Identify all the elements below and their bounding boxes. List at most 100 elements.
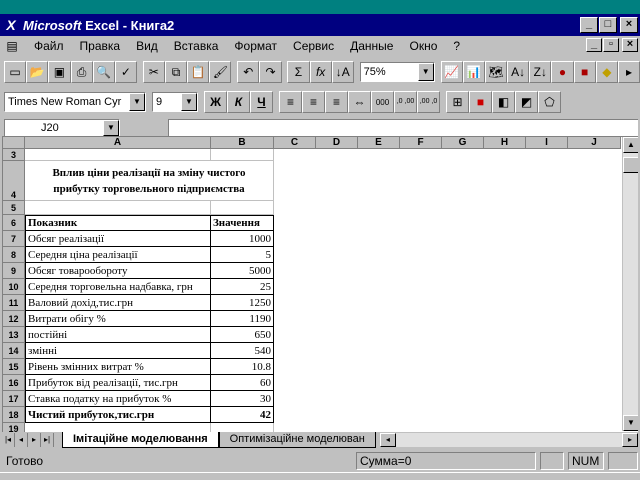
value-cell[interactable]: 30 [211, 391, 274, 407]
scroll-down-icon[interactable]: ▼ [623, 415, 638, 431]
col-header-i[interactable]: I [526, 137, 568, 149]
indicator-cell[interactable]: Прибуток від реалізації, тис.грн [25, 375, 211, 391]
row-header[interactable]: 13 [3, 327, 25, 343]
vertical-scrollbar[interactable]: ▲ ▼ [622, 137, 638, 431]
indicator-cell[interactable]: постійні [25, 327, 211, 343]
document-icon[interactable]: ▤ [4, 39, 20, 53]
row-header[interactable]: 6 [3, 215, 25, 231]
value-cell[interactable]: 5000 [211, 263, 274, 279]
save-icon[interactable]: ▣ [48, 61, 71, 83]
next-sheet-icon[interactable]: ▸ [28, 433, 41, 447]
tab-simulation-modeling[interactable]: Імітаційне моделювання [62, 432, 219, 448]
chart-wizard-icon[interactable]: 📈 [440, 61, 463, 83]
col-header-e[interactable]: E [358, 137, 400, 149]
undo-icon[interactable]: ↶ [237, 61, 260, 83]
fill-color-icon[interactable]: ■ [469, 91, 492, 113]
doc-close-button[interactable]: × [622, 38, 638, 52]
value-cell[interactable]: 1000 [211, 231, 274, 247]
row-header[interactable]: 15 [3, 359, 25, 375]
value-cell[interactable]: 1250 [211, 295, 274, 311]
cell-b3[interactable] [211, 149, 274, 161]
more-tools-icon[interactable]: ▸ [617, 61, 640, 83]
sort-az-icon[interactable]: A↓ [507, 61, 530, 83]
col-header-h[interactable]: H [484, 137, 526, 149]
cut-icon[interactable]: ✂ [142, 61, 165, 83]
cell-a5[interactable] [25, 201, 211, 215]
print-preview-icon[interactable]: 🔍 [92, 61, 115, 83]
chevron-down-icon[interactable]: ▼ [417, 63, 434, 81]
open-icon[interactable]: 📂 [26, 61, 49, 83]
stop-icon[interactable]: ● [551, 61, 574, 83]
scroll-left-icon[interactable]: ◂ [379, 433, 396, 447]
record-icon[interactable]: ■ [573, 61, 596, 83]
cell-b5[interactable] [211, 201, 274, 215]
menu-window[interactable]: Окно [401, 39, 445, 53]
decrease-decimal-button[interactable]: ,00 ,0 [417, 91, 440, 113]
name-box[interactable]: J20 ▼ [4, 119, 120, 137]
col-header-j[interactable]: J [568, 137, 621, 149]
row-header[interactable]: 11 [3, 295, 25, 311]
font-select[interactable]: Times New Roman Cyr ▼ [4, 92, 146, 112]
format-painter-icon[interactable]: 🖌 [209, 61, 232, 83]
excel-app-icon[interactable]: X [3, 17, 19, 33]
sort-za-icon[interactable]: Z↓ [529, 61, 552, 83]
value-cell[interactable]: 540 [211, 343, 274, 359]
menu-data[interactable]: Данные [342, 39, 401, 53]
menu-tools[interactable]: Сервис [285, 39, 342, 53]
vertical-scroll-thumb[interactable] [623, 157, 638, 173]
value-cell[interactable]: 25 [211, 279, 274, 295]
cell-b19[interactable] [211, 423, 274, 432]
underline-button[interactable]: Ч [250, 91, 273, 113]
spelling-icon[interactable]: ✓ [114, 61, 138, 83]
indicator-cell[interactable]: Середня ціна реалізації [25, 247, 211, 263]
font-color-icon[interactable]: ◧ [492, 91, 515, 113]
indicator-cell[interactable]: Рівень змінних витрат % [25, 359, 211, 375]
autosum-icon[interactable]: Σ [287, 61, 310, 83]
warning-icon[interactable]: ◆ [595, 61, 618, 83]
cell-a19[interactable] [25, 423, 211, 432]
row-header[interactable]: 4 [3, 161, 25, 201]
indicator-cell[interactable]: Обсяг реалізації [25, 231, 211, 247]
value-cell[interactable]: 1190 [211, 311, 274, 327]
row-header[interactable]: 14 [3, 343, 25, 359]
maximize-button[interactable]: □ [599, 17, 617, 33]
header-cell-indicator[interactable]: Показник [25, 215, 211, 231]
col-header-g[interactable]: G [442, 137, 484, 149]
indicator-cell[interactable]: Валовий дохід,тис.грн [25, 295, 211, 311]
align-left-icon[interactable]: ≡ [279, 91, 302, 113]
function-wizard-icon[interactable]: fx [309, 61, 332, 83]
col-header-a[interactable]: A [25, 137, 211, 149]
row-header[interactable]: 3 [3, 149, 25, 161]
chevron-down-icon[interactable]: ▼ [181, 93, 197, 111]
paste-icon[interactable]: 📋 [187, 61, 210, 83]
row-header[interactable]: 5 [3, 201, 25, 215]
value-cell[interactable]: 10.8 [211, 359, 274, 375]
redo-icon[interactable]: ↷ [259, 61, 282, 83]
new-icon[interactable]: ▭ [4, 61, 27, 83]
print-icon[interactable]: ⎙ [70, 61, 93, 83]
indicator-cell[interactable]: Чистий прибуток,тис.грн [25, 407, 211, 423]
col-header-b[interactable]: B [211, 137, 274, 149]
menu-view[interactable]: Вид [128, 39, 166, 53]
zoom-select[interactable]: 75% ▼ [359, 62, 435, 82]
doc-minimize-button[interactable]: _ [586, 38, 602, 52]
chevron-down-icon[interactable]: ▼ [103, 120, 119, 136]
menu-insert[interactable]: Вставка [166, 39, 227, 53]
value-cell[interactable]: 42 [211, 407, 274, 423]
value-cell[interactable]: 60 [211, 375, 274, 391]
indicator-cell[interactable]: Середня торговельна надбавка, грн [25, 279, 211, 295]
cell-a3[interactable] [25, 149, 211, 161]
minimize-button[interactable]: _ [580, 17, 598, 33]
row-header[interactable]: 10 [3, 279, 25, 295]
borders-icon[interactable]: ⊞ [446, 91, 469, 113]
row-header[interactable]: 18 [3, 407, 25, 423]
row-header[interactable]: 9 [3, 263, 25, 279]
map-icon[interactable]: 🗺 [484, 61, 508, 83]
row-header[interactable]: 19 [3, 423, 25, 432]
scroll-right-icon[interactable]: ▸ [622, 433, 638, 447]
bold-button[interactable]: Ж [204, 91, 227, 113]
close-button[interactable]: × [620, 17, 638, 33]
align-right-icon[interactable]: ≡ [325, 91, 348, 113]
align-center-icon[interactable]: ≡ [302, 91, 325, 113]
chevron-down-icon[interactable]: ▼ [129, 93, 145, 111]
